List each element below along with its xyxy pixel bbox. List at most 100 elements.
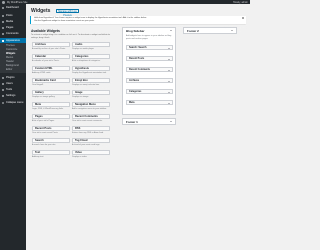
available-widget[interactable]: Search: [32, 138, 70, 143]
menu-item-label: Pages: [6, 26, 14, 29]
menu-item-tools[interactable]: Tools: [0, 87, 26, 92]
sidebar-widget-archives[interactable]: Archives: [126, 78, 173, 83]
menu-item-comments[interactable]: Comments: [0, 31, 26, 36]
collapse-icon: [2, 101, 4, 104]
available-widget[interactable]: Tag Cloud: [72, 138, 110, 143]
widget-description: Your site's most recent comments.: [72, 119, 103, 122]
widget-description: Display the Hypothesis annotation tool.: [72, 71, 107, 74]
footer-2-title: Footer 2: [187, 29, 199, 33]
available-widgets-description: To activate a widget drag it to a sideba…: [31, 34, 111, 39]
plugins-icon: [2, 76, 4, 79]
notice-text-line: Use the Hypothesis widget to show annota…: [34, 20, 95, 23]
menu-item-label: Settings: [6, 94, 16, 97]
sidebar-widget-name: Recent Posts: [129, 57, 145, 60]
expand-arrow-icon[interactable]: [168, 58, 170, 60]
blog-sidebar-description: Add widgets here to appear in your sideb…: [126, 35, 172, 40]
dismiss-icon[interactable]: [241, 17, 244, 20]
footer-2-area: Footer 2: [183, 27, 237, 34]
expand-arrow-icon[interactable]: [168, 69, 170, 71]
widget-description: A list or dropdown of categories.: [72, 59, 101, 62]
available-widget[interactable]: Recent Comments: [72, 114, 110, 119]
submenu-item-editor[interactable]: Editor: [6, 68, 12, 72]
pages-icon: [2, 26, 4, 29]
sidebar-widget-recent-comments[interactable]: Recent Comments: [126, 67, 173, 72]
available-widget[interactable]: Categories: [72, 54, 110, 59]
blog-sidebar-header[interactable]: Blog Sidebar: [123, 28, 175, 34]
manage-live-preview-button[interactable]: Manage with Live Preview: [56, 9, 79, 17]
widget-description: A monthly archive of your site's Posts.: [32, 47, 66, 50]
available-widget[interactable]: Image: [72, 90, 110, 95]
available-widget[interactable]: Gallery: [32, 90, 70, 95]
widget-description: Entries from any RSS or Atom feed.: [72, 131, 104, 134]
available-widget[interactable]: Bookmarks Card: [32, 78, 70, 83]
settings-icon: [2, 94, 4, 97]
available-widget[interactable]: Custom HTML: [32, 66, 70, 71]
widget-description: Displays a video.: [72, 155, 88, 158]
available-widget[interactable]: Audio: [72, 42, 110, 47]
menu-item-settings[interactable]: Settings: [0, 93, 26, 98]
blog-sidebar-area: Blog Sidebar Add widgets here to appear …: [122, 27, 176, 115]
footer-1-title: Footer 1: [126, 120, 138, 124]
admin-bar-account[interactable]: Howdy, admin: [233, 1, 248, 4]
available-widget[interactable]: Navigation Menu: [72, 102, 110, 107]
sidebar-widget-name: Recent Comments: [129, 68, 150, 71]
widget-description: Login, RSS, & WordPress.org links.: [32, 107, 64, 110]
sidebar-widget-name: Meta: [129, 101, 135, 104]
widget-description: Your blogroll.: [32, 83, 44, 86]
menu-item-label: Dashboard: [6, 6, 19, 9]
expand-arrow-icon[interactable]: [231, 30, 233, 32]
available-widget[interactable]: Text: [32, 150, 70, 155]
footer-1-area: Footer 1: [122, 118, 176, 125]
available-widget[interactable]: Emoji Box: [72, 78, 110, 83]
tools-icon: [2, 88, 4, 91]
dashboard-icon: [2, 6, 4, 9]
menu-item-plugins[interactable]: Plugins: [0, 75, 26, 80]
menu-item-users[interactable]: Users: [0, 81, 26, 86]
expand-arrow-icon[interactable]: [168, 47, 170, 49]
menu-item-dashboard[interactable]: Dashboard: [0, 5, 26, 10]
available-widget[interactable]: Recent Posts: [32, 126, 70, 131]
available-widget[interactable]: Archives: [32, 42, 70, 47]
available-widget[interactable]: Video: [72, 150, 110, 155]
sidebar-widget-recent-posts[interactable]: Recent Posts: [126, 56, 173, 61]
widget-description: Arbitrary HTML code.: [32, 71, 51, 74]
menu-item-label: Users: [6, 82, 13, 85]
collapse-arrow-icon[interactable]: [170, 30, 172, 32]
menu-item-media[interactable]: Media: [0, 19, 26, 24]
available-widget[interactable]: Pages: [32, 114, 70, 119]
available-widget[interactable]: Hypothesis: [72, 66, 110, 71]
widget-description: Your site's most recent Posts.: [32, 131, 59, 134]
expand-arrow-icon[interactable]: [168, 80, 170, 82]
footer-1-header[interactable]: Footer 1: [123, 119, 175, 125]
sidebar-widget-categories[interactable]: Categories: [126, 89, 173, 94]
menu-item-pages[interactable]: Pages: [0, 25, 26, 30]
menu-item-collapse[interactable]: Collapse menu: [0, 100, 26, 105]
menu-item-posts[interactable]: Posts: [0, 13, 26, 18]
admin-bar: My WordPress Site Howdy, admin: [0, 0, 250, 4]
available-widget[interactable]: Meta: [32, 102, 70, 107]
expand-arrow-icon[interactable]: [168, 91, 170, 93]
menu-item-label: Tools: [6, 88, 13, 91]
widget-description: Displays an image gallery.: [32, 95, 56, 98]
comments-icon: [2, 32, 4, 35]
widget-description: A list of your site's Pages.: [32, 119, 55, 122]
menu-item-label: Plugins: [6, 76, 15, 79]
users-icon: [2, 82, 4, 85]
widget-description: A calendar of your site's Posts.: [32, 59, 60, 62]
widget-description: Displays an audio player.: [72, 47, 95, 50]
available-widget[interactable]: Calendar: [32, 54, 70, 59]
widget-description: Displays an image.: [72, 95, 89, 98]
widget-description: Add a navigation menu to your sidebar.: [72, 107, 107, 110]
menu-item-label: Comments: [6, 32, 19, 35]
widget-description: Arbitrary text.: [32, 155, 44, 158]
sidebar-widget-search[interactable]: Search: Search: [126, 45, 173, 50]
posts-icon: [2, 14, 4, 17]
footer-2-header[interactable]: Footer 2: [184, 28, 236, 34]
expand-arrow-icon[interactable]: [170, 121, 172, 123]
menu-item-label: Posts: [6, 14, 13, 17]
expand-arrow-icon[interactable]: [168, 102, 170, 104]
available-widget[interactable]: RSS: [72, 126, 110, 131]
sidebar-widget-name: Archives: [129, 79, 140, 82]
available-widgets-title: Available Widgets: [31, 29, 60, 33]
sidebar-widget-meta[interactable]: Meta: [126, 100, 173, 105]
